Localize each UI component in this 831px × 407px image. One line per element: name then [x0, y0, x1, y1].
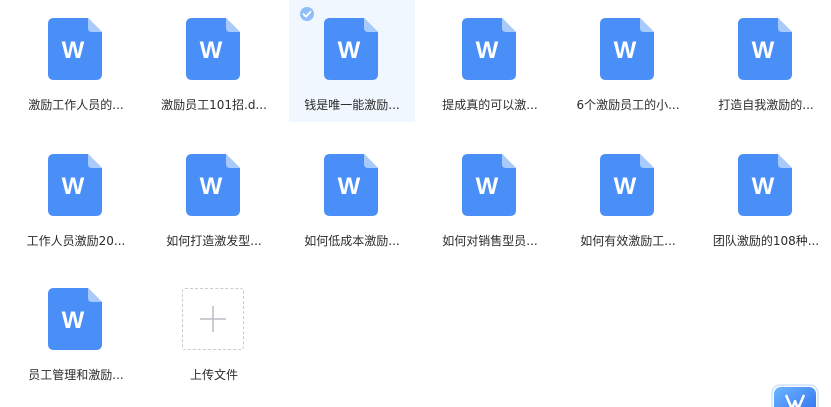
file-name: 员工管理和激励...	[28, 368, 124, 382]
file-name: 如何有效激励工...	[580, 234, 676, 248]
svg-text:W: W	[338, 173, 361, 200]
file-name: 团队激励的108种...	[712, 234, 820, 248]
file-name: 如何低成本激励...	[304, 234, 400, 248]
file-name: 激励员工101招.d...	[161, 98, 267, 112]
plus-icon	[200, 306, 226, 332]
file-tile-selected[interactable]: W 钱是唯一能激励...	[289, 0, 415, 122]
word-document-icon: W	[600, 18, 654, 80]
word-document-icon: W	[738, 154, 792, 216]
file-name: 激励工作人员的...	[28, 98, 124, 112]
file-tile[interactable]: W 激励员工101招.d...	[151, 0, 277, 122]
file-tile[interactable]: W 如何对销售型员...	[427, 136, 553, 258]
word-document-icon: W	[186, 154, 240, 216]
file-tile[interactable]: W 团队激励的108种...	[703, 136, 829, 258]
file-name: 打造自我激励的...	[718, 98, 814, 112]
upload-label: 上传文件	[189, 368, 238, 382]
word-document-icon: W	[324, 154, 378, 216]
file-tile[interactable]: W 激励工作人员的...	[13, 0, 139, 122]
file-tile[interactable]: W 6个激励员工的小...	[565, 0, 691, 122]
svg-text:W: W	[62, 37, 85, 64]
file-name: 如何对销售型员...	[442, 234, 538, 248]
svg-text:W: W	[62, 307, 85, 334]
word-document-icon: W	[324, 18, 378, 80]
file-name: 如何打造激发型...	[166, 234, 262, 248]
word-document-icon: W	[186, 18, 240, 80]
file-tile[interactable]: W 工作人员激励20...	[13, 136, 139, 258]
file-tile[interactable]: W 如何有效激励工...	[565, 136, 691, 258]
floating-app-badge-icon[interactable]	[770, 383, 820, 407]
svg-text:W: W	[614, 37, 637, 64]
file-name: 工作人员激励20...	[26, 234, 126, 248]
upload-tile[interactable]: 上传文件	[151, 270, 277, 392]
file-tile[interactable]: W 如何打造激发型...	[151, 136, 277, 258]
svg-text:W: W	[476, 173, 499, 200]
word-document-icon: W	[600, 154, 654, 216]
word-document-icon: W	[48, 288, 102, 350]
word-document-icon: W	[738, 18, 792, 80]
check-circle-icon[interactable]	[299, 6, 315, 22]
file-name: 提成真的可以激...	[442, 98, 538, 112]
file-tile[interactable]: W 提成真的可以激...	[427, 0, 553, 122]
svg-text:W: W	[200, 173, 223, 200]
file-tile[interactable]: W 打造自我激励的...	[703, 0, 829, 122]
svg-text:W: W	[200, 37, 223, 64]
file-grid: W 激励工作人员的... W 激励员工101招.d... W 钱是唯一能激励..…	[0, 0, 831, 407]
file-tile[interactable]: W 员工管理和激励...	[13, 270, 139, 392]
svg-text:W: W	[614, 173, 637, 200]
file-name: 钱是唯一能激励...	[304, 98, 400, 112]
upload-button[interactable]	[182, 288, 244, 350]
svg-text:W: W	[752, 37, 775, 64]
svg-text:W: W	[62, 173, 85, 200]
svg-text:W: W	[476, 37, 499, 64]
word-document-icon: W	[462, 18, 516, 80]
svg-text:W: W	[752, 173, 775, 200]
word-document-icon: W	[462, 154, 516, 216]
file-tile[interactable]: W 如何低成本激励...	[289, 136, 415, 258]
file-name: 6个激励员工的小...	[576, 98, 680, 112]
word-document-icon: W	[48, 154, 102, 216]
svg-text:W: W	[338, 37, 361, 64]
word-document-icon: W	[48, 18, 102, 80]
